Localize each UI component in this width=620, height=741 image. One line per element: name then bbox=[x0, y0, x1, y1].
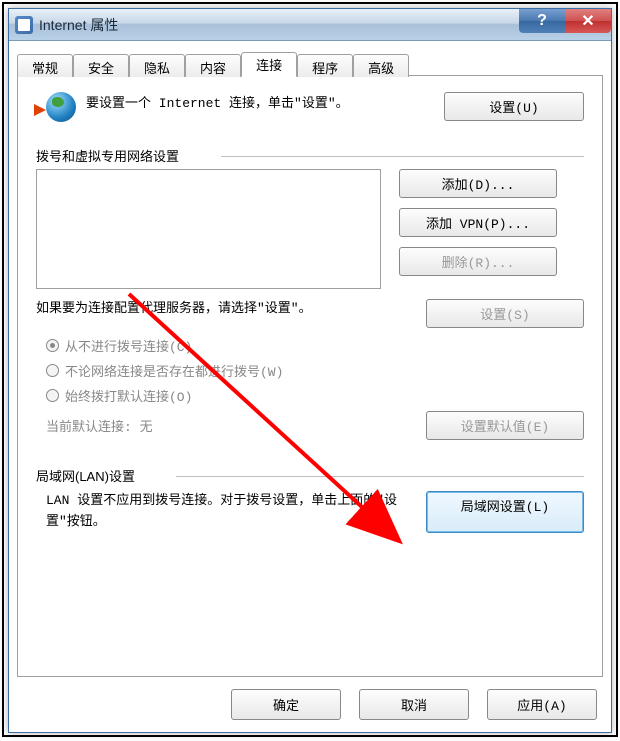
set-default-button[interactable]: 设置默认值(E) bbox=[426, 411, 584, 440]
tab-content-panel: 常规 安全 隐私 内容 连接 程序 高级 要设置一个 Internet 连接，单… bbox=[17, 75, 603, 677]
radio-always-label: 始终拨打默认连接(O) bbox=[65, 386, 192, 405]
lan-settings-button[interactable]: 局域网设置(L) bbox=[426, 491, 584, 533]
tab-security[interactable]: 安全 bbox=[73, 54, 129, 77]
tab-connections[interactable]: 连接 bbox=[241, 52, 297, 77]
help-button[interactable]: ? bbox=[519, 9, 565, 33]
globe-connection-icon bbox=[36, 92, 76, 128]
radio-icon bbox=[46, 389, 59, 402]
remove-button[interactable]: 删除(R)... bbox=[399, 247, 557, 276]
dialog-window: Internet 属性 ? ✕ 常规 安全 隐私 内容 连接 程序 高级 bbox=[8, 8, 612, 733]
app-icon bbox=[15, 16, 33, 34]
radio-never-dial[interactable]: 从不进行拨号连接(C) bbox=[46, 336, 584, 355]
titlebar: Internet 属性 ? ✕ bbox=[9, 9, 611, 41]
window-title: Internet 属性 bbox=[39, 15, 118, 35]
setup-instruction-text: 要设置一个 Internet 连接，单击"设置"。 bbox=[86, 92, 434, 115]
tab-strip: 常规 安全 隐私 内容 连接 程序 高级 bbox=[17, 52, 409, 77]
proxy-instruction-text: 如果要为连接配置代理服务器，请选择"设置"。 bbox=[36, 299, 408, 328]
radio-never-label: 从不进行拨号连接(C) bbox=[65, 336, 192, 355]
dialog-footer: 确定 取消 应用(A) bbox=[17, 677, 603, 724]
tab-programs[interactable]: 程序 bbox=[297, 54, 353, 77]
cancel-button[interactable]: 取消 bbox=[359, 689, 469, 720]
dialup-group-header: 拨号和虚拟专用网络设置 bbox=[36, 146, 584, 165]
radio-dial-not-present[interactable]: 不论网络连接是否存在都进行拨号(W) bbox=[46, 361, 584, 380]
radio-icon bbox=[46, 364, 59, 377]
close-button[interactable]: ✕ bbox=[565, 9, 611, 33]
lan-header-label: 局域网(LAN)设置 bbox=[36, 469, 135, 484]
tab-advanced[interactable]: 高级 bbox=[353, 54, 409, 77]
radio-always-dial[interactable]: 始终拨打默认连接(O) bbox=[46, 386, 584, 405]
setup-button[interactable]: 设置(U) bbox=[444, 92, 584, 121]
tab-general[interactable]: 常规 bbox=[17, 54, 73, 77]
tab-privacy[interactable]: 隐私 bbox=[129, 54, 185, 77]
ok-button[interactable]: 确定 bbox=[231, 689, 341, 720]
add-dialup-button[interactable]: 添加(D)... bbox=[399, 169, 557, 198]
current-default-label: 当前默认连接: 无 bbox=[46, 416, 408, 435]
dialup-header-label: 拨号和虚拟专用网络设置 bbox=[36, 149, 179, 164]
dialup-connections-listbox[interactable] bbox=[36, 169, 381, 289]
lan-group-header: 局域网(LAN)设置 bbox=[36, 466, 584, 485]
apply-button[interactable]: 应用(A) bbox=[487, 689, 597, 720]
dialup-settings-button[interactable]: 设置(S) bbox=[426, 299, 584, 328]
radio-icon bbox=[46, 339, 59, 352]
lan-instruction-text: LAN 设置不应用到拨号连接。对于拨号设置，单击上面的"设置"按钮。 bbox=[46, 491, 408, 533]
add-vpn-button[interactable]: 添加 VPN(P)... bbox=[399, 208, 557, 237]
tab-content[interactable]: 内容 bbox=[185, 54, 241, 77]
radio-notpresent-label: 不论网络连接是否存在都进行拨号(W) bbox=[65, 361, 283, 380]
